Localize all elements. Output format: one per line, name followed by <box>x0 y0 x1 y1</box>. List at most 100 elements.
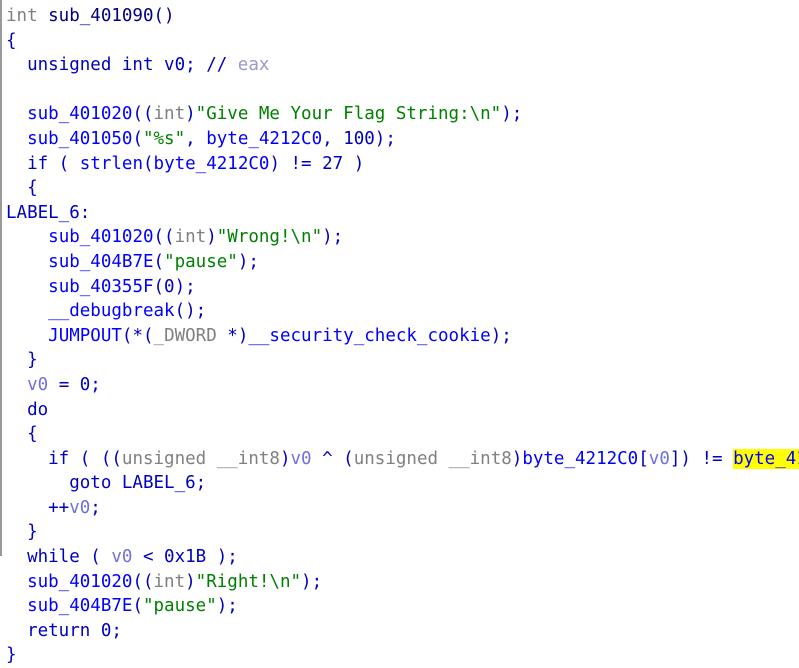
comment-slashes-token: // <box>206 55 228 76</box>
local-var-v0[interactable]: v0 <box>27 375 48 395</box>
brace-token: } <box>6 522 38 543</box>
cast-type-token[interactable]: unsigned __int8 <box>354 449 512 469</box>
call-debugbreak[interactable]: __debugbreak <box>48 301 174 321</box>
call-sub_404B7E[interactable]: sub_404B7E <box>27 596 132 616</box>
code-line[interactable]: sub_401020((int)"Give Me Your Flag Strin… <box>2 102 799 127</box>
function-name-token[interactable]: sub_401090() <box>38 6 174 26</box>
code-line[interactable]: v0 = 0; <box>2 373 799 398</box>
punct: , <box>185 128 207 149</box>
brace-token: { <box>6 30 17 51</box>
goto-label-6[interactable]: goto LABEL_6; <box>6 473 206 493</box>
cast-type-token[interactable]: int <box>175 227 207 247</box>
call-jumpout[interactable]: JUMPOUT <box>48 326 122 346</box>
if-keyword[interactable]: if ( <box>6 154 80 174</box>
code-line[interactable]: if ( ((unsigned __int8)v0 ^ (unsigned __… <box>2 447 799 472</box>
cast-type-token[interactable]: int <box>154 572 186 592</box>
punct: ; <box>90 497 101 518</box>
string-literal[interactable]: "Right!\n" <box>196 572 301 592</box>
code-line[interactable]: sub_404B7E("pause"); <box>2 594 799 619</box>
code-line[interactable]: unsigned int v0; // eax <box>2 53 799 78</box>
code-line[interactable]: sub_404B7E("pause"); <box>2 250 799 275</box>
code-line[interactable]: LABEL_6: <box>2 201 799 226</box>
local-var-v0[interactable]: v0 <box>649 449 670 469</box>
punct: (( <box>132 104 154 125</box>
code-line[interactable]: { <box>2 29 799 54</box>
call-strlen[interactable]: strlen <box>80 154 143 174</box>
code-line[interactable]: do <box>2 398 799 423</box>
punct: (); <box>174 301 207 322</box>
string-literal[interactable]: "%s" <box>143 129 185 149</box>
cast-type-token[interactable]: unsigned __int8 <box>122 449 280 469</box>
string-literal[interactable]: "Wrong!\n" <box>217 227 322 247</box>
punct: ); <box>322 227 344 248</box>
code-line[interactable]: { <box>2 176 799 201</box>
call-sub_401020[interactable]: sub_401020 <box>48 227 153 247</box>
args-token: , 100); <box>322 128 396 149</box>
code-line[interactable]: return 0; <box>2 619 799 644</box>
global-byte_4212C0[interactable]: byte_4212C0 <box>522 449 638 469</box>
punct: ); <box>490 325 512 346</box>
code-line[interactable]: } <box>2 348 799 373</box>
call-sub_401020[interactable]: sub_401020 <box>27 572 132 592</box>
do-keyword[interactable]: do <box>6 400 48 420</box>
code-line[interactable]: int sub_401090() <box>2 4 799 29</box>
while-keyword[interactable]: while ( <box>6 547 111 567</box>
code-line[interactable]: sub_401050("%s", byte_4212C0, 100); <box>2 127 799 152</box>
code-line[interactable]: } <box>2 520 799 545</box>
code-line[interactable]: ++v0; <box>2 496 799 521</box>
call-sub_40355F[interactable]: sub_40355F <box>48 277 153 297</box>
code-line[interactable]: JUMPOUT(*(_DWORD *)__security_check_cook… <box>2 324 799 349</box>
code-line[interactable]: while ( v0 < 0x1B ); <box>2 545 799 570</box>
return-type-token[interactable]: int <box>6 6 38 26</box>
punct: ( <box>153 251 165 272</box>
punct: ); <box>301 571 323 592</box>
string-literal[interactable]: "pause" <box>164 252 238 272</box>
cast-type-token[interactable]: int <box>154 104 186 124</box>
punct: ) <box>185 571 196 592</box>
code-line[interactable]: goto LABEL_6; <box>2 471 799 496</box>
increment-token: ++ <box>6 497 70 518</box>
punct: ( <box>132 596 143 617</box>
code-line[interactable]: sub_401020((int)"Right!\n"); <box>2 570 799 595</box>
cast-type-dword[interactable]: _DWORD <box>154 326 217 346</box>
loop-bound-token: < 0x1B ); <box>132 547 238 568</box>
punct: (*( <box>121 325 154 346</box>
assign-token: = 0; <box>48 374 101 395</box>
label-LABEL_6[interactable]: LABEL_6: <box>6 203 90 223</box>
code-line[interactable]: { <box>2 422 799 447</box>
return-statement[interactable]: return 0; <box>6 621 122 641</box>
call-sub_401020[interactable]: sub_401020 <box>27 104 132 124</box>
call-sub_404B7E[interactable]: sub_404B7E <box>48 252 153 272</box>
string-literal[interactable]: "pause" <box>143 596 217 616</box>
string-literal[interactable]: "Give Me Your Flag String:\n" <box>196 104 502 124</box>
code-line[interactable]: if ( strlen(byte_4212C0) != 27 ) <box>2 152 799 177</box>
code-line[interactable]: } <box>2 643 799 668</box>
punct: ) <box>185 104 196 125</box>
brace-token: } <box>6 350 38 371</box>
global-byte_4212C0[interactable]: byte_4212C0 <box>154 154 270 174</box>
local-var-v0[interactable]: v0 <box>291 449 312 469</box>
call-sub_401050[interactable]: sub_401050 <box>27 129 132 149</box>
var-decl-token[interactable]: unsigned int v0; <box>6 55 206 75</box>
local-var-v0[interactable]: v0 <box>69 498 90 518</box>
brace-token: { <box>6 178 38 199</box>
if-keyword[interactable]: if ( (( <box>6 449 122 469</box>
local-var-v0[interactable]: v0 <box>111 547 132 567</box>
punct: ) <box>206 227 217 248</box>
code-line[interactable]: sub_401020((int)"Wrong!\n"); <box>2 225 799 250</box>
pseudocode-view[interactable]: int sub_401090() { unsigned int v0; // e… <box>0 0 799 665</box>
symbol-security-check-cookie[interactable]: __security_check_cookie <box>248 326 490 346</box>
global-byte_41EA08-highlighted[interactable]: byte_41EA08 <box>733 448 799 469</box>
code-line[interactable]: sub_40355F(0); <box>2 275 799 300</box>
code-line[interactable]: __debugbreak(); <box>2 299 799 324</box>
global-byte_4212C0[interactable]: byte_4212C0 <box>206 129 322 149</box>
xor-operator: ^ ( <box>311 448 354 469</box>
compare-token: ) != 27 ) <box>269 153 365 174</box>
register-comment-token: eax <box>227 55 270 76</box>
